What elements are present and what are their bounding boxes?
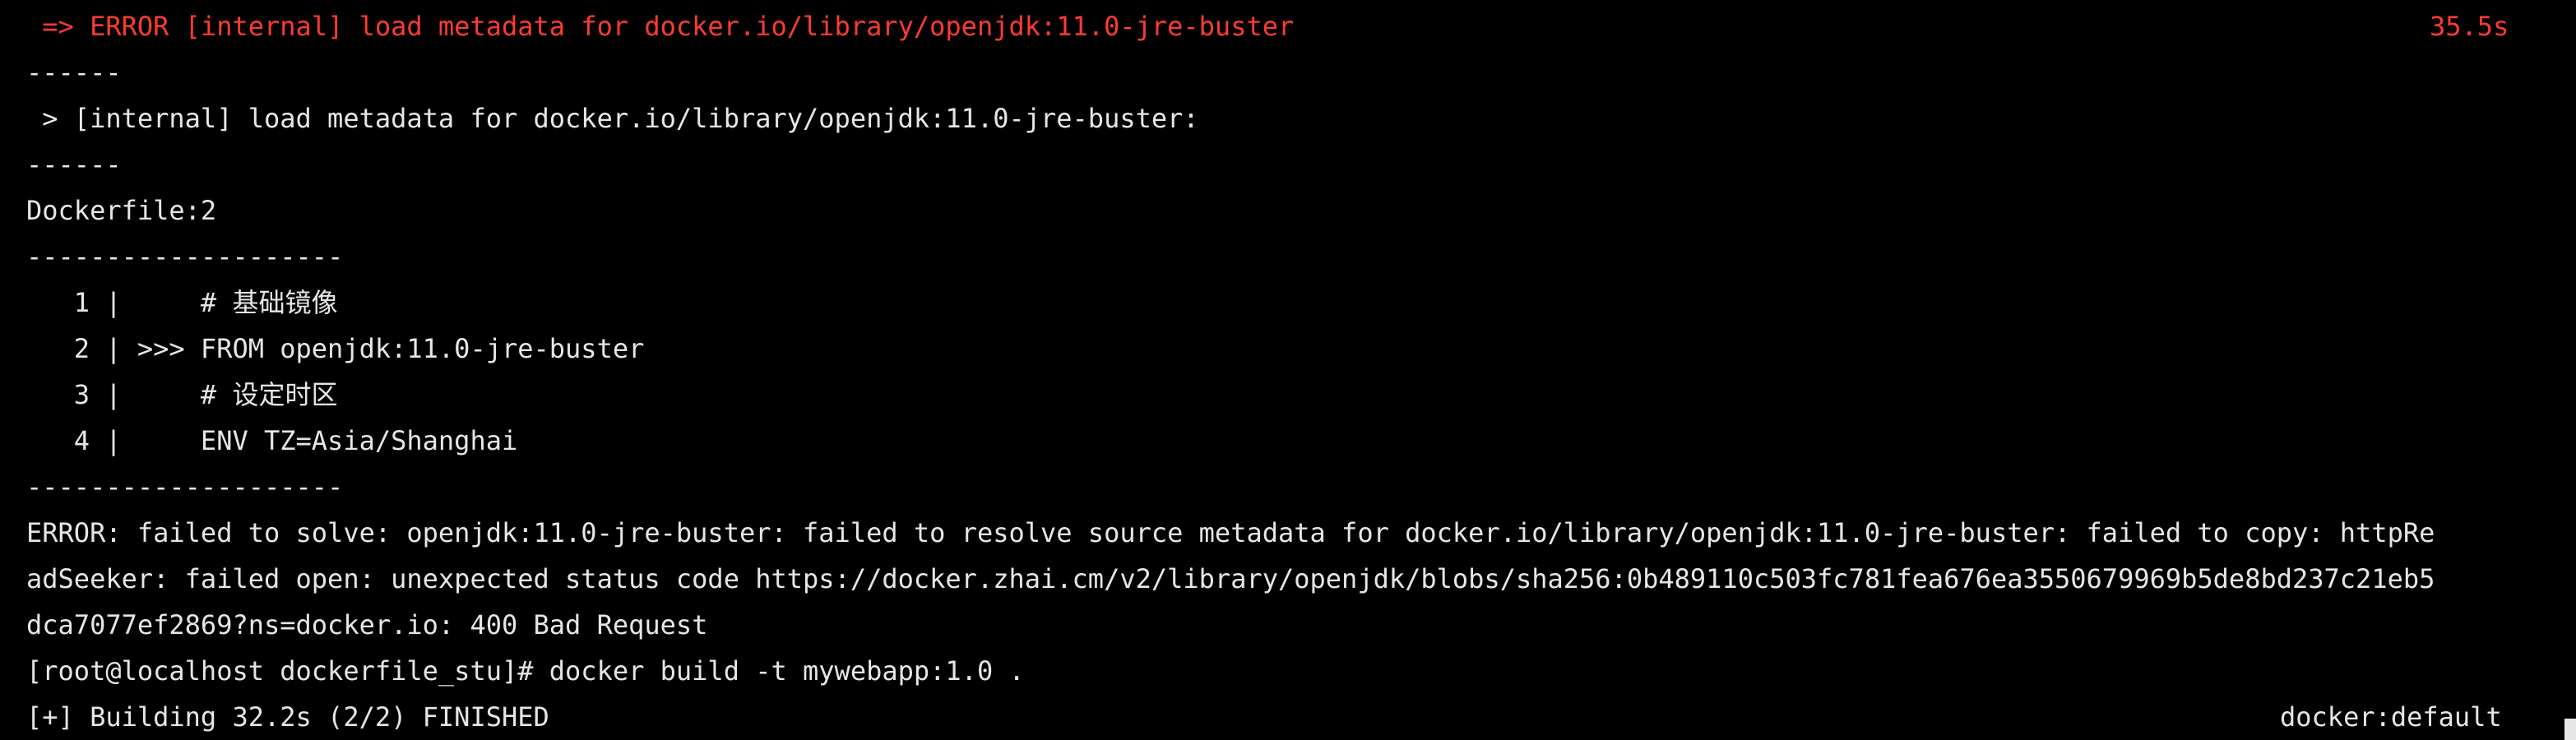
text-cursor (2564, 719, 2576, 740)
dockerfile-reference: Dockerfile:2 (26, 195, 217, 226)
error-message-line-2: adSeeker: failed open: unexpected status… (26, 563, 2435, 594)
build-status-line: [+] Building 32.2s (2/2) FINISHED (26, 701, 549, 733)
error-header-line: => ERROR [internal] load metadata for do… (26, 11, 1295, 42)
error-message-line-1: ERROR: failed to solve: openjdk:11.0-jre… (26, 517, 2435, 548)
error-header-time: 35.5s (2430, 11, 2509, 42)
error-message-line-3: dca7077ef2869?ns=docker.io: 400 Bad Requ… (26, 609, 708, 641)
separator-short: ------ (26, 57, 122, 88)
terminal-window[interactable]: => ERROR [internal] load metadata for do… (0, 0, 2576, 740)
builder-name: docker:default (2280, 701, 2502, 733)
internal-metadata-line: > [internal] load metadata for docker.io… (26, 103, 1199, 134)
code-line-4: 4 | ENV TZ=Asia/Shanghai (26, 425, 518, 456)
code-line-2: 2 | >>> FROM openjdk:11.0-jre-buster (26, 333, 645, 364)
shell-prompt-line: [root@localhost dockerfile_stu]# docker … (26, 655, 1025, 687)
separator-long: -------------------- (26, 471, 344, 502)
separator-long: -------------------- (26, 241, 344, 272)
separator-short: ------ (26, 149, 122, 180)
code-line-3: 3 | # 设定时区 (26, 379, 338, 410)
code-line-1: 1 | # 基础镜像 (26, 287, 338, 318)
